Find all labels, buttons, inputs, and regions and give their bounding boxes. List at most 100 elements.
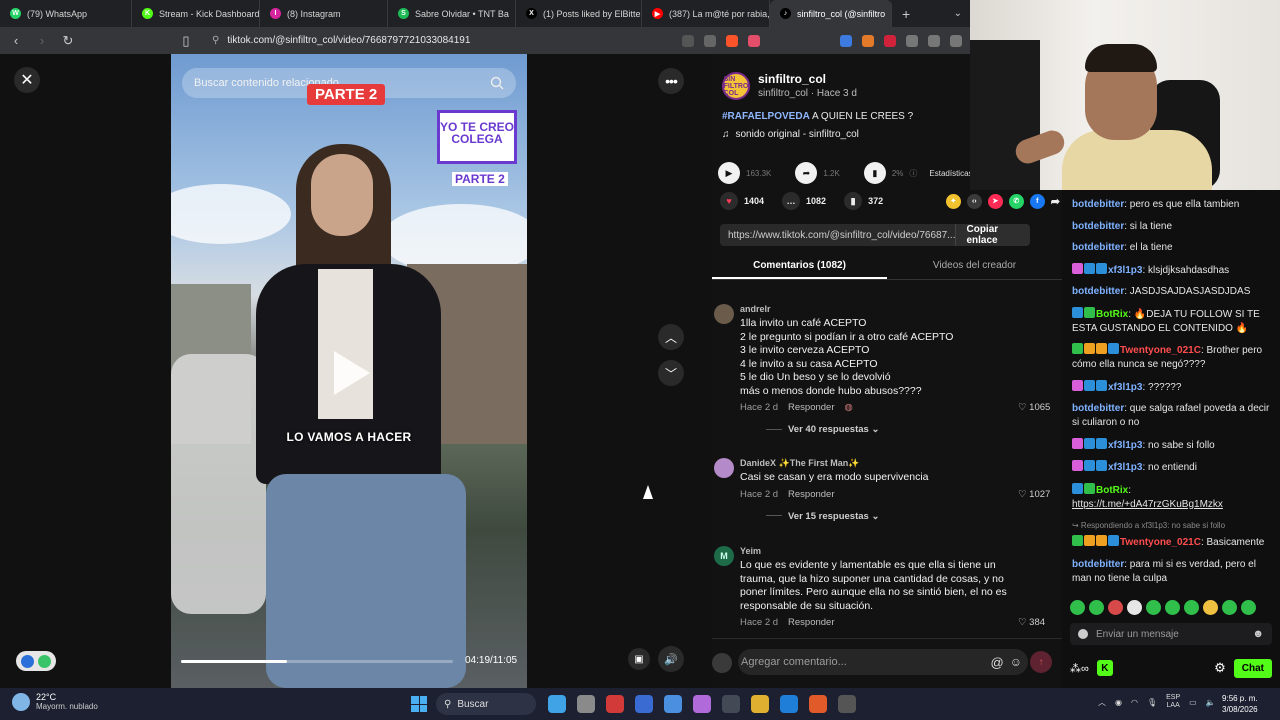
weather-widget[interactable]: 22°C Mayorm. nublado <box>12 692 98 711</box>
add-comment-input[interactable]: Agregar comentario... @ ☺ <box>738 649 1028 675</box>
browser-tab[interactable]: I (8) Instagram <box>260 0 388 27</box>
emote-icon[interactable] <box>1241 600 1256 615</box>
back-icon[interactable]: ‹ <box>8 33 24 48</box>
comment-username[interactable]: andrelr <box>740 304 771 314</box>
taskbar-app-icon[interactable] <box>780 695 798 713</box>
translate-icon[interactable] <box>704 34 716 47</box>
taskbar-app-icon[interactable] <box>809 695 827 713</box>
chat-username[interactable]: xf3l1p3 <box>1108 440 1142 451</box>
like-icon[interactable]: ♥ <box>720 192 738 210</box>
extensions-puzzle-icon[interactable] <box>906 34 918 47</box>
emote-icon[interactable] <box>1127 600 1142 615</box>
chat-emoji-icon[interactable]: ☻ <box>1252 628 1264 640</box>
more-options-icon[interactable]: ••• <box>658 68 684 94</box>
extension-translate-icon[interactable] <box>840 34 852 47</box>
chat-username[interactable]: botdebitter <box>1072 242 1124 253</box>
reply-button[interactable]: Responder <box>788 402 834 413</box>
browser-tab[interactable]: K Stream - Kick Dashboard <box>132 0 260 27</box>
download-icon[interactable] <box>928 34 940 47</box>
widget-blue-icon[interactable] <box>21 654 34 668</box>
tray-chevron-icon[interactable]: ︿ <box>1098 697 1106 708</box>
chat-username[interactable]: xf3l1p3 <box>1108 265 1142 276</box>
tab-creator-videos[interactable]: Videos del creador <box>887 254 1062 279</box>
taskbar-app-icon[interactable] <box>664 695 682 713</box>
analytics-icon[interactable]: ▮ <box>863 162 886 184</box>
copy-link-button[interactable]: Copiar enlace <box>955 224 1030 246</box>
taskbar-app-icon[interactable] <box>693 695 711 713</box>
tab-comments[interactable]: Comentarios (1082) <box>712 254 887 279</box>
chat-username[interactable]: botdebitter <box>1072 221 1124 232</box>
chat-settings-icon[interactable]: ⚙ <box>1214 660 1226 676</box>
share-more-icon[interactable]: ➦ <box>1051 195 1060 208</box>
tray-network-icon[interactable]: ▭ <box>1189 698 1197 707</box>
embed-code-icon[interactable]: ‹› <box>966 193 982 209</box>
browser-tab[interactable]: X (1) Posts liked by ElBitterX <box>516 0 642 27</box>
taskbar-app-icon[interactable] <box>838 695 856 713</box>
new-tab-icon[interactable]: + <box>892 6 920 22</box>
emote-icon[interactable] <box>1146 600 1161 615</box>
facebook-icon[interactable]: f <box>1029 193 1045 209</box>
share-repost-icon[interactable]: ✦ <box>945 193 961 209</box>
browser-tab[interactable]: S Sabre Olvidar • TNT Ba <box>388 0 516 27</box>
tray-wifi-icon[interactable]: ◠ <box>1131 698 1138 707</box>
tray-mic-icon[interactable]: 🎙 <box>1147 698 1157 707</box>
extension-m-icon[interactable] <box>884 34 896 47</box>
chat-message-input[interactable]: Enviar un mensaje ☻ <box>1070 623 1272 645</box>
reload-icon[interactable]: ↻ <box>60 33 76 49</box>
next-video-icon[interactable]: ﹀ <box>658 360 684 386</box>
taskbar-app-icon[interactable] <box>548 695 566 713</box>
forward-icon[interactable]: › <box>34 33 50 48</box>
taskbar-app-icon[interactable] <box>606 695 624 713</box>
taskbar-search[interactable]: ⚲ Buscar <box>436 693 536 715</box>
chat-username[interactable]: botdebitter <box>1072 403 1124 414</box>
chat-username[interactable]: botdebitter <box>1072 286 1124 297</box>
volume-icon[interactable]: 🔊 <box>658 646 684 672</box>
emote-icon[interactable] <box>1070 600 1085 615</box>
sound-link[interactable]: ♫ sonido original - sinfiltro_col <box>722 129 859 140</box>
taskbar-app-icon[interactable] <box>635 695 653 713</box>
widget-green-icon[interactable] <box>38 654 51 668</box>
comment-avatar[interactable]: M <box>714 546 734 566</box>
tray-app-icon[interactable]: ◉ <box>1115 698 1122 707</box>
emote-icon[interactable] <box>1089 600 1104 615</box>
chat-username[interactable]: BotRix <box>1096 309 1128 320</box>
comment-like-button[interactable]: ♡ 1065 <box>1018 402 1050 413</box>
emote-icon[interactable] <box>1165 600 1180 615</box>
share-link-text[interactable]: https://www.tiktok.com/@sinfiltro_col/vi… <box>728 230 955 241</box>
emote-icon[interactable] <box>1203 600 1218 615</box>
close-icon[interactable]: ✕ <box>14 67 40 93</box>
author-avatar[interactable]: SIN FILTRO COL <box>722 72 750 100</box>
search-icon[interactable] <box>490 76 504 90</box>
comment-username[interactable]: DanideX ✨The First Man✨ <box>740 458 859 469</box>
site-info-icon[interactable]: ⚲ <box>212 35 219 46</box>
comment-avatar[interactable] <box>714 304 734 324</box>
author-name[interactable]: sinfiltro_col <box>758 72 857 86</box>
video-player[interactable]: Buscar contenido relacionado PARTE 2 YO … <box>171 54 527 688</box>
chat-username[interactable]: xf3l1p3 <box>1108 382 1142 393</box>
chat-username[interactable]: Twentyone_021C <box>1120 345 1201 356</box>
previous-video-icon[interactable]: ︿ <box>658 324 684 350</box>
chat-username[interactable]: BotRix <box>1096 485 1128 496</box>
emoji-icon[interactable]: ☺ <box>1010 655 1022 669</box>
chat-username[interactable]: botdebitter <box>1072 559 1124 570</box>
view-replies-button[interactable]: Ver 40 respuestas ⌄ <box>766 424 879 435</box>
comment-like-button[interactable]: ♡ 384 <box>1018 617 1045 628</box>
post-comment-button[interactable]: ↑ <box>1030 651 1052 673</box>
chat-send-button[interactable]: Chat <box>1233 658 1272 678</box>
browser-tab[interactable]: ♪sinfiltro_col (@sinfiltro✕ <box>770 0 892 27</box>
brave-shield-icon[interactable] <box>726 34 738 47</box>
comment-like-button[interactable]: ♡ 1027 <box>1018 489 1050 500</box>
share-send-icon[interactable]: ➤ <box>987 193 1003 209</box>
taskbar-app-icon[interactable] <box>751 695 769 713</box>
whatsapp-icon[interactable]: ✆ <box>1008 193 1024 209</box>
video-progress-bar[interactable] <box>181 660 453 663</box>
chat-users-icon[interactable]: ⁂∞ <box>1070 662 1089 675</box>
comment-icon[interactable]: … <box>782 192 801 210</box>
url-field[interactable]: ⚲ tiktok.com/@sinfiltro_col/video/766879… <box>204 31 672 51</box>
comment-avatar[interactable] <box>714 458 734 478</box>
emote-icon[interactable] <box>1222 600 1237 615</box>
view-replies-button[interactable]: Ver 15 respuestas ⌄ <box>766 511 879 522</box>
cast-icon[interactable] <box>682 34 694 47</box>
hashtag-link[interactable]: #RAFAELPOVEDA <box>722 111 810 122</box>
taskbar-app-icon[interactable] <box>577 695 595 713</box>
